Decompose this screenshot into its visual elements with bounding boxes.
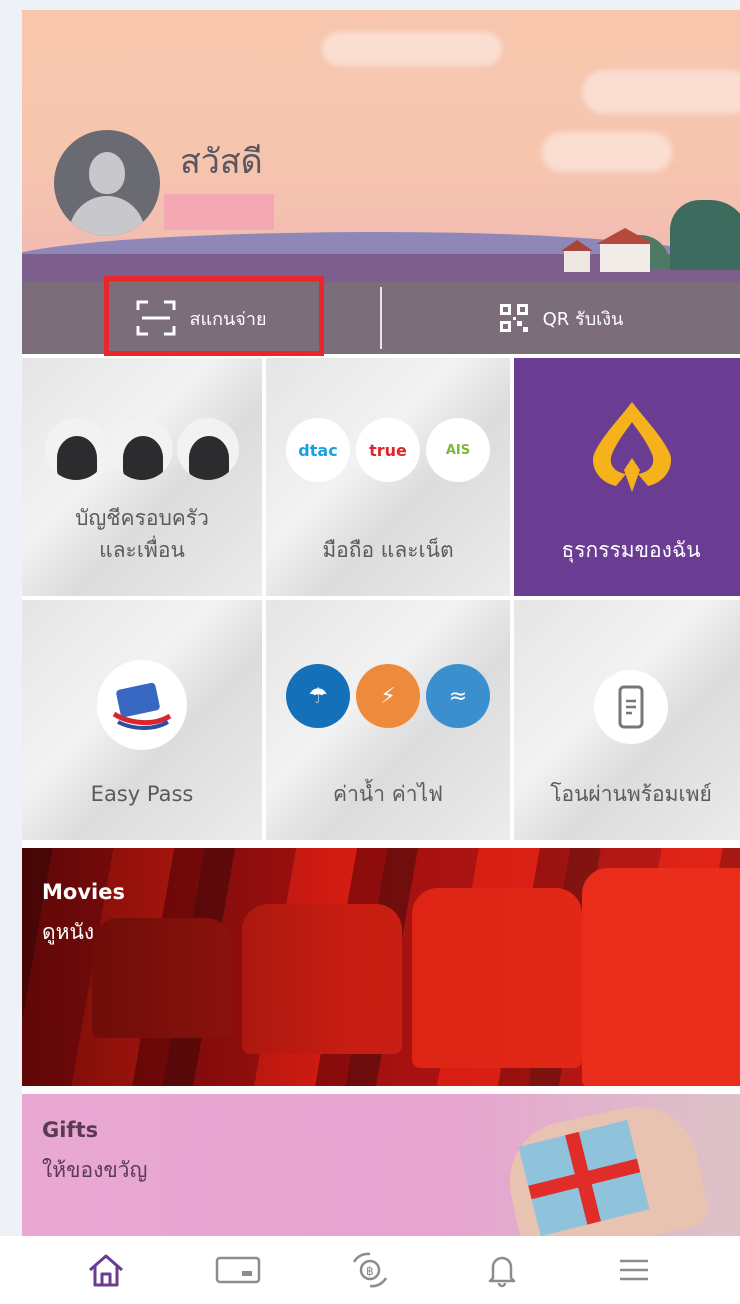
metro-water-icon: ≈ [426, 664, 490, 728]
tile-easy-pass[interactable]: Easy Pass [22, 600, 262, 840]
operator-logos: dtac true AIS [266, 418, 510, 482]
menu-icon [620, 1259, 648, 1281]
cloud-decoration [582, 70, 740, 114]
ais-logo: AIS [426, 418, 490, 482]
easy-pass-icon [97, 660, 187, 750]
qr-receive-label: QR รับเงิน [542, 308, 624, 330]
landscape-house [561, 240, 593, 272]
tile-label: Easy Pass [90, 782, 194, 806]
qr-code-icon [499, 304, 528, 332]
cloud-decoration [542, 132, 672, 172]
avatar[interactable] [54, 130, 160, 236]
cloud-decoration [322, 32, 502, 66]
movies-banner[interactable]: Movies ดูหนัง [22, 848, 740, 1086]
home-screen: สวัสดี สแกนจ่าย QR รับเงิน บัญชีครอบครัว… [22, 10, 740, 1236]
true-logo: true [356, 418, 420, 482]
service-grid: บัญชีครอบครัว และเพื่อน dtac true AIS มื… [22, 358, 740, 842]
svg-text:฿: ฿ [366, 1264, 374, 1278]
tab-menu[interactable] [604, 1245, 664, 1295]
gifts-banner[interactable]: Gifts ให้ของขวัญ [22, 1094, 740, 1236]
water-authority-icon: ☂ [286, 664, 350, 728]
bottom-tab-bar: ฿ [0, 1236, 740, 1304]
tile-label: ธุรกรรมของฉัน [561, 538, 701, 562]
tile-utility-bills[interactable]: ☂ ⚡ ≈ ค่าน้ำ ค่าไฟ [266, 600, 510, 840]
qr-receive-button[interactable]: QR รับเงิน [382, 282, 740, 354]
family-icon [22, 418, 262, 480]
card-icon [215, 1256, 261, 1284]
phone-transfer-icon [594, 670, 668, 744]
landscape-trees [670, 200, 740, 270]
user-name-redacted [164, 194, 274, 230]
tab-notifications[interactable] [472, 1245, 532, 1295]
movies-subtitle: ดูหนัง [42, 920, 95, 944]
app-screen: สวัสดี สแกนจ่าย QR รับเงิน บัญชีครอบครัว… [0, 0, 740, 1304]
home-icon [89, 1254, 123, 1287]
scan-pay-highlight-box [104, 276, 324, 356]
tab-cards[interactable] [208, 1245, 268, 1295]
greeting-text: สวัสดี [180, 142, 263, 182]
gifts-title: Gifts [42, 1118, 99, 1142]
tile-promptpay-transfer[interactable]: โอนผ่านพร้อมเพย์ [514, 600, 740, 840]
tab-rewards[interactable]: ฿ [340, 1245, 400, 1295]
scb-logo-icon [592, 402, 672, 492]
tile-my-transactions[interactable]: ธุรกรรมของฉัน [514, 358, 740, 596]
tile-label: และเพื่อน [99, 538, 185, 562]
electricity-authority-icon: ⚡ [356, 664, 420, 728]
bell-icon [488, 1256, 516, 1288]
tile-label: บัญชีครอบครัว [75, 506, 209, 530]
dtac-logo: dtac [286, 418, 350, 482]
tile-family-friends-account[interactable]: บัญชีครอบครัว และเพื่อน [22, 358, 262, 596]
gifts-subtitle: ให้ของขวัญ [42, 1158, 148, 1182]
profile-header: สวัสดี [22, 10, 740, 282]
landscape-house [596, 228, 654, 272]
tile-mobile-internet[interactable]: dtac true AIS มือถือ และเน็ต [266, 358, 510, 596]
tab-home[interactable] [76, 1245, 136, 1295]
tile-label: โอนผ่านพร้อมเพย์ [550, 782, 712, 806]
tile-label: ค่าน้ำ ค่าไฟ [333, 782, 443, 806]
tile-label: มือถือ และเน็ต [322, 538, 454, 562]
movies-title: Movies [42, 880, 125, 904]
utility-seals: ☂ ⚡ ≈ [266, 664, 510, 728]
rewards-icon: ฿ [352, 1252, 388, 1288]
